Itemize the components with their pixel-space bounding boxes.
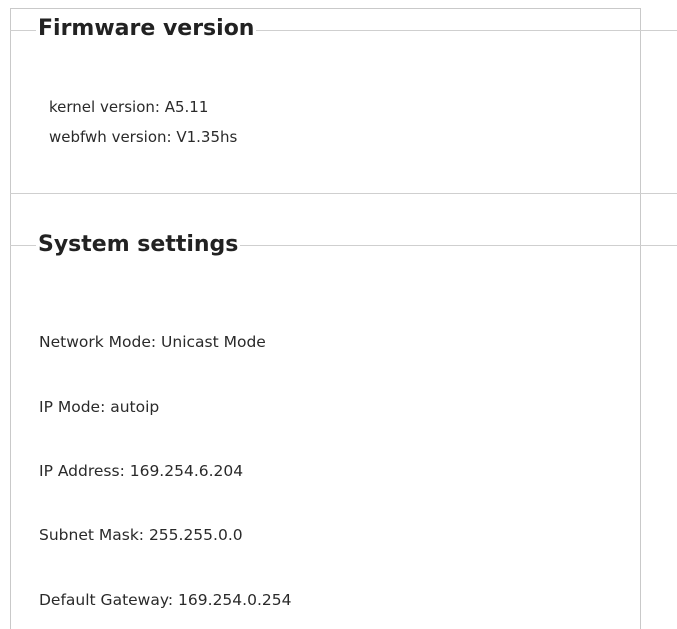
system-section-heading: System settings (36, 232, 241, 258)
subnet-mask-text: Subnet Mask: 255.255.0.0 (39, 526, 243, 544)
firmware-section-heading: Firmware version (36, 16, 257, 42)
default-gateway-text: Default Gateway: 169.254.0.254 (39, 591, 292, 609)
section-divider (10, 193, 677, 194)
webfwh-version-text: webfwh version: V1.35hs (49, 128, 238, 146)
ip-mode-text: IP Mode: autoip (39, 398, 160, 416)
network-mode-text: Network Mode: Unicast Mode (39, 333, 266, 351)
ip-address-text: IP Address: 169.254.6.204 (39, 462, 244, 480)
kernel-version-text: kernel version: A5.11 (49, 98, 209, 116)
